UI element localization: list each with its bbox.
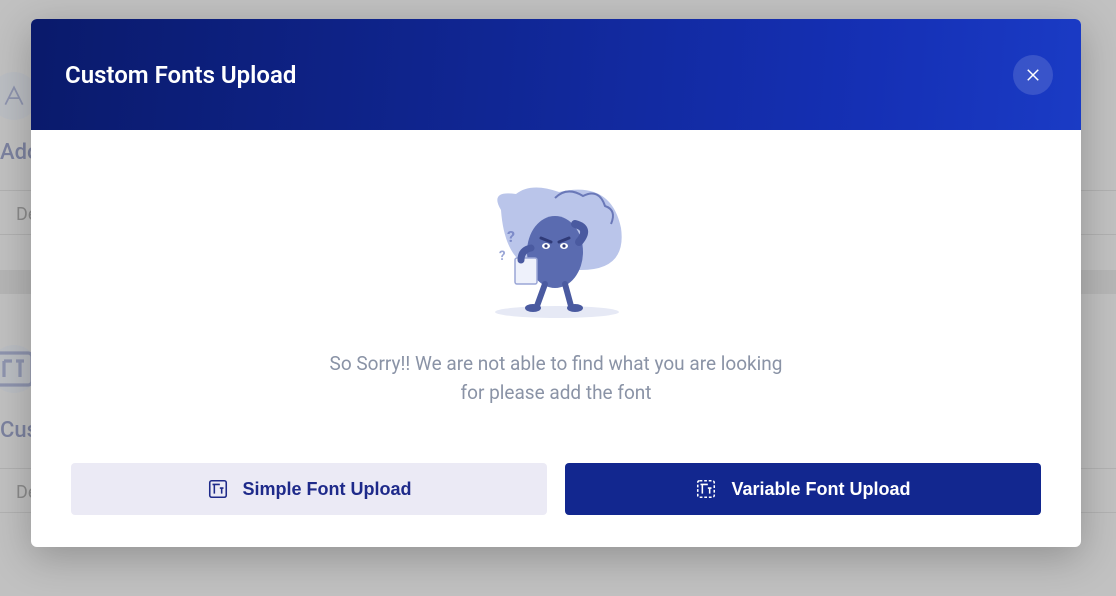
button-label: Variable Font Upload (731, 479, 910, 500)
custom-fonts-upload-modal: Custom Fonts Upload (31, 19, 1081, 547)
simple-font-upload-button[interactable]: Simple Font Upload (71, 463, 547, 515)
modal-header: Custom Fonts Upload (31, 19, 1081, 130)
variable-font-upload-button[interactable]: Variable Font Upload (565, 463, 1041, 515)
font-file-icon (207, 478, 229, 500)
modal-title: Custom Fonts Upload (65, 61, 296, 89)
not-found-illustration: ? ? (471, 180, 641, 320)
font-file-icon (695, 478, 717, 500)
svg-text:?: ? (507, 227, 515, 246)
modal-actions: Simple Font Upload Variable Font Upload (71, 463, 1041, 515)
close-button[interactable] (1013, 55, 1053, 95)
close-icon (1024, 66, 1042, 84)
button-label: Simple Font Upload (243, 479, 412, 500)
modal-body: ? ? So Sorry!! We are not able to find w… (31, 130, 1081, 547)
empty-state-message: So Sorry!! We are not able to find what … (326, 350, 786, 407)
svg-text:?: ? (499, 249, 505, 264)
